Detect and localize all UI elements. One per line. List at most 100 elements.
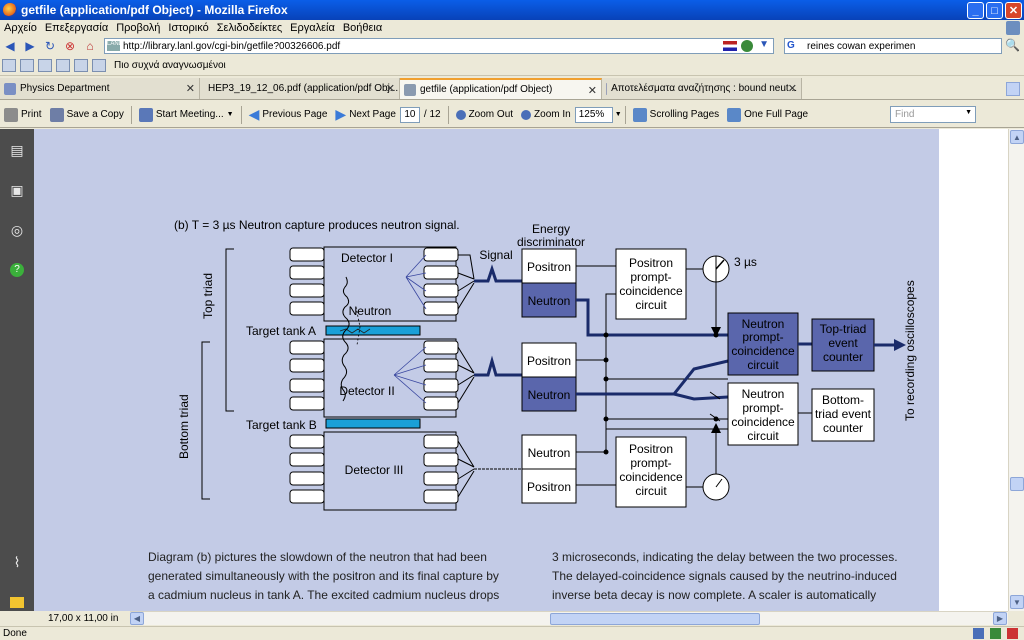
horizontal-scroll-thumb[interactable] — [550, 613, 760, 625]
home-icon[interactable]: ⌂ — [82, 38, 98, 54]
addon-status-icon[interactable] — [990, 628, 1001, 639]
zoom-dropdown-icon[interactable]: ▼ — [615, 111, 622, 118]
close-tab-icon[interactable]: ✕ — [186, 82, 195, 95]
addon-icon[interactable] — [741, 40, 753, 52]
top-counter-2: event — [828, 336, 858, 350]
help-icon[interactable]: ? — [8, 261, 26, 279]
pages-icon[interactable]: ▤ — [8, 141, 26, 159]
window-title-bar: getfile (application/pdf Object) - Mozil… — [0, 0, 1024, 20]
toolbar-separator — [624, 105, 626, 124]
go-arrow-icon[interactable]: ▼ — [759, 39, 769, 50]
close-tab-icon[interactable]: ✕ — [386, 82, 395, 95]
menu-view[interactable]: Προβολή — [116, 22, 160, 34]
bottom-counter-1: Bottom- — [822, 393, 864, 407]
page-number-input[interactable]: 10 — [399, 106, 420, 123]
menu-history[interactable]: Ιστορικό — [168, 22, 208, 34]
scroll-down-icon[interactable]: ▼ — [1010, 595, 1024, 609]
bottom-counter-2: triad event — [815, 407, 872, 421]
site-icon: LANL — [107, 41, 122, 51]
menu-help[interactable]: Βοήθεια — [343, 22, 382, 34]
close-tab-icon[interactable]: ✕ — [588, 84, 597, 97]
close-window-button[interactable]: ✕ — [1005, 2, 1022, 19]
stop-icon[interactable]: ⊗ — [62, 38, 78, 54]
scroll-pages-icon — [632, 107, 647, 122]
previous-page-button[interactable]: ◀ Previous Page — [245, 104, 332, 126]
scrolling-pages-button[interactable]: Scrolling Pages — [629, 104, 723, 126]
ppc-bottom-1: Positron — [629, 442, 673, 456]
back-icon[interactable]: ◀ — [2, 38, 18, 54]
neutrino-detector-diagram: (b) T = 3 µs Neutron capture produces ne… — [174, 218, 917, 511]
paperclip-icon[interactable]: ⌇ — [8, 553, 26, 571]
target-tank-a — [325, 325, 421, 336]
printer-icon — [4, 107, 18, 122]
url-text: http://library.lanl.gov/cgi-bin/getfile?… — [123, 40, 341, 52]
scroll-thumb[interactable] — [1010, 477, 1024, 491]
next-page-button[interactable]: ▶ Next Page — [331, 104, 399, 126]
search-icon[interactable]: 🔍 — [1005, 38, 1020, 52]
page-total: / 12 — [423, 109, 441, 120]
bookmark-icon-5[interactable] — [74, 59, 88, 72]
pdf-document-area[interactable]: (b) T = 3 µs Neutron capture produces ne… — [34, 129, 1008, 611]
status-text: Done — [3, 628, 27, 639]
maximize-button[interactable]: □ — [986, 2, 1003, 19]
pdf-page: (b) T = 3 µs Neutron capture produces ne… — [34, 129, 939, 611]
text-line: The delayed-coincidence signals caused b… — [552, 569, 897, 583]
scroll-up-icon[interactable]: ▲ — [1010, 130, 1024, 144]
url-bar[interactable]: LANL http://library.lanl.gov/cgi-bin/get… — [104, 38, 774, 54]
list-all-tabs-icon[interactable] — [1006, 82, 1020, 96]
bookmark-icon-4[interactable] — [56, 59, 70, 72]
most-visited-bookmark[interactable]: Πιο συχνά αναγνωσμένοι — [114, 60, 226, 71]
close-tab-icon[interactable]: ✕ — [788, 82, 797, 95]
search-bar[interactable]: G reines cowan experimen — [784, 38, 1002, 54]
menu-bookmarks[interactable]: Σελιδοδείκτες — [217, 22, 282, 34]
bookmark-icon-3[interactable] — [38, 59, 52, 72]
zoom-in-button[interactable]: Zoom In — [517, 104, 575, 126]
binoculars-icon[interactable]: ◎ — [8, 221, 26, 239]
reload-icon[interactable]: ↻ — [42, 38, 58, 54]
energy-discriminator-label-2: discriminator — [517, 235, 585, 249]
google-icon[interactable]: G — [787, 40, 799, 52]
security-icon[interactable] — [973, 628, 984, 639]
zoom-select[interactable]: 125% — [574, 106, 613, 123]
bookmarks-panel-icon[interactable]: ▣ — [8, 181, 26, 199]
disc-neutron-1: Neutron — [528, 294, 571, 308]
toolbar-separator — [447, 105, 449, 124]
start-meeting-button[interactable]: Start Meeting... ▼ — [135, 104, 238, 126]
scroll-left-icon[interactable]: ◀ — [130, 612, 144, 625]
tab-label: Αποτελέσματα αναζήτησης : bound neut... — [611, 83, 797, 94]
minimize-button[interactable]: _ — [967, 2, 984, 19]
zoom-out-button[interactable]: Zoom Out — [452, 104, 517, 126]
search-input[interactable]: reines cowan experimen — [807, 41, 915, 52]
menu-file[interactable]: Αρχείο — [4, 22, 37, 34]
ppc-bottom-4: circuit — [635, 484, 667, 498]
tab-bar: Physics Department ✕ HEP3_19_12_06.pdf (… — [0, 78, 1024, 100]
tab-search-results[interactable]: Αποτελέσματα αναζήτησης : bound neut... … — [602, 78, 802, 99]
one-full-page-button[interactable]: One Full Page — [723, 104, 812, 126]
bookmark-icon-1[interactable] — [2, 59, 16, 72]
tab-physics-department[interactable]: Physics Department ✕ — [0, 78, 200, 99]
npc-bottom-3: coincidence — [731, 415, 795, 429]
vertical-scrollbar[interactable]: ▲ ▼ — [1008, 129, 1024, 611]
pdf-status-icon[interactable] — [1007, 628, 1018, 639]
find-dropdown-icon[interactable]: ▼ — [965, 109, 972, 116]
scroll-right-icon[interactable]: ▶ — [993, 612, 1007, 625]
npc-top-1: Neutron — [742, 317, 785, 331]
save-copy-button[interactable]: Save a Copy — [46, 104, 128, 126]
bookmark-icon-2[interactable] — [20, 59, 34, 72]
horizontal-scrollbar[interactable]: ◀ ▶ — [130, 611, 1008, 625]
find-input[interactable]: Find ▼ — [890, 106, 976, 123]
status-bar: Done — [0, 626, 1024, 640]
ppc-bottom-2: prompt- — [630, 456, 671, 470]
firefox-icon — [3, 3, 17, 17]
tab-hep3-pdf[interactable]: HEP3_19_12_06.pdf (application/pdf Obj..… — [200, 78, 400, 99]
menu-tools[interactable]: Εργαλεία — [290, 22, 335, 34]
tab-label: HEP3_19_12_06.pdf (application/pdf Obj..… — [208, 83, 399, 94]
print-button[interactable]: Print — [0, 104, 46, 126]
text-line: 3 microseconds, indicating the delay bet… — [552, 550, 898, 564]
neutron-path-label: Neutron — [349, 304, 392, 318]
menu-edit[interactable]: Επεξεργασία — [45, 22, 108, 34]
comments-icon[interactable] — [8, 593, 26, 611]
forward-icon[interactable]: ▶ — [22, 38, 38, 54]
bookmark-icon-6[interactable] — [92, 59, 106, 72]
tab-getfile[interactable]: getfile (application/pdf Object) ✕ — [400, 78, 602, 99]
